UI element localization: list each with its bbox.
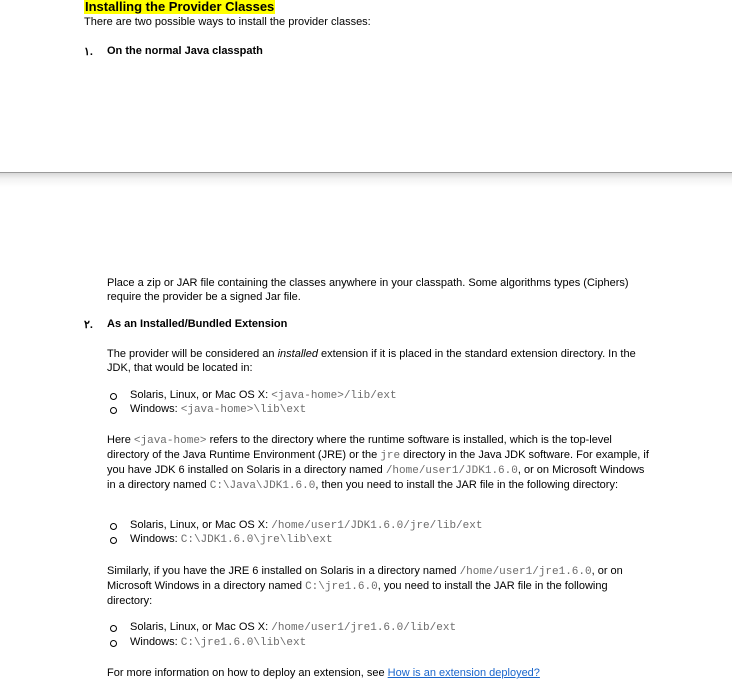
list-item: Solaris, Linux, or Mac OS X: /home/user1… xyxy=(130,621,457,634)
installed-emphasis: installed xyxy=(277,348,318,360)
installed-paragraph: The provider will be considered an insta… xyxy=(107,348,636,374)
list-item: Solaris, Linux, or Mac OS X: <java-home>… xyxy=(130,389,397,402)
bullet-marker xyxy=(110,537,117,544)
extension-deployed-link[interactable]: How is an extension deployed? xyxy=(388,667,540,679)
item-title-classpath: On the normal Java classpath xyxy=(107,45,263,57)
jre-paragraph: Similarly, if you have the JRE 6 install… xyxy=(107,565,623,607)
classpath-paragraph: Place a zip or JAR file containing the c… xyxy=(107,277,629,303)
page-break xyxy=(0,172,732,187)
list-item: Windows: C:\JDK1.6.0\jre\lib\ext xyxy=(130,533,333,546)
bullet-marker xyxy=(110,393,117,400)
bullet-marker xyxy=(110,523,117,530)
list-item: Solaris, Linux, or Mac OS X: /home/user1… xyxy=(130,519,483,532)
section-heading: Installing the Provider Classes xyxy=(84,0,276,14)
list-item: Windows: <java-home>\lib\ext xyxy=(130,403,307,416)
item-number-1: ١. xyxy=(84,46,93,58)
item-number-2: ٢. xyxy=(84,319,93,331)
list-item: Windows: C:\jre1.6.0\lib\ext xyxy=(130,636,307,649)
java-home-paragraph: Here <java-home> refers to the directory… xyxy=(107,434,649,492)
item-title-extension: As an Installed/Bundled Extension xyxy=(107,318,288,330)
bullet-marker xyxy=(110,407,117,414)
intro-text: There are two possible ways to install t… xyxy=(84,16,371,28)
bullet-marker xyxy=(110,640,117,647)
bullet-marker xyxy=(110,625,117,632)
more-info-paragraph: For more information on how to deploy an… xyxy=(107,667,540,679)
